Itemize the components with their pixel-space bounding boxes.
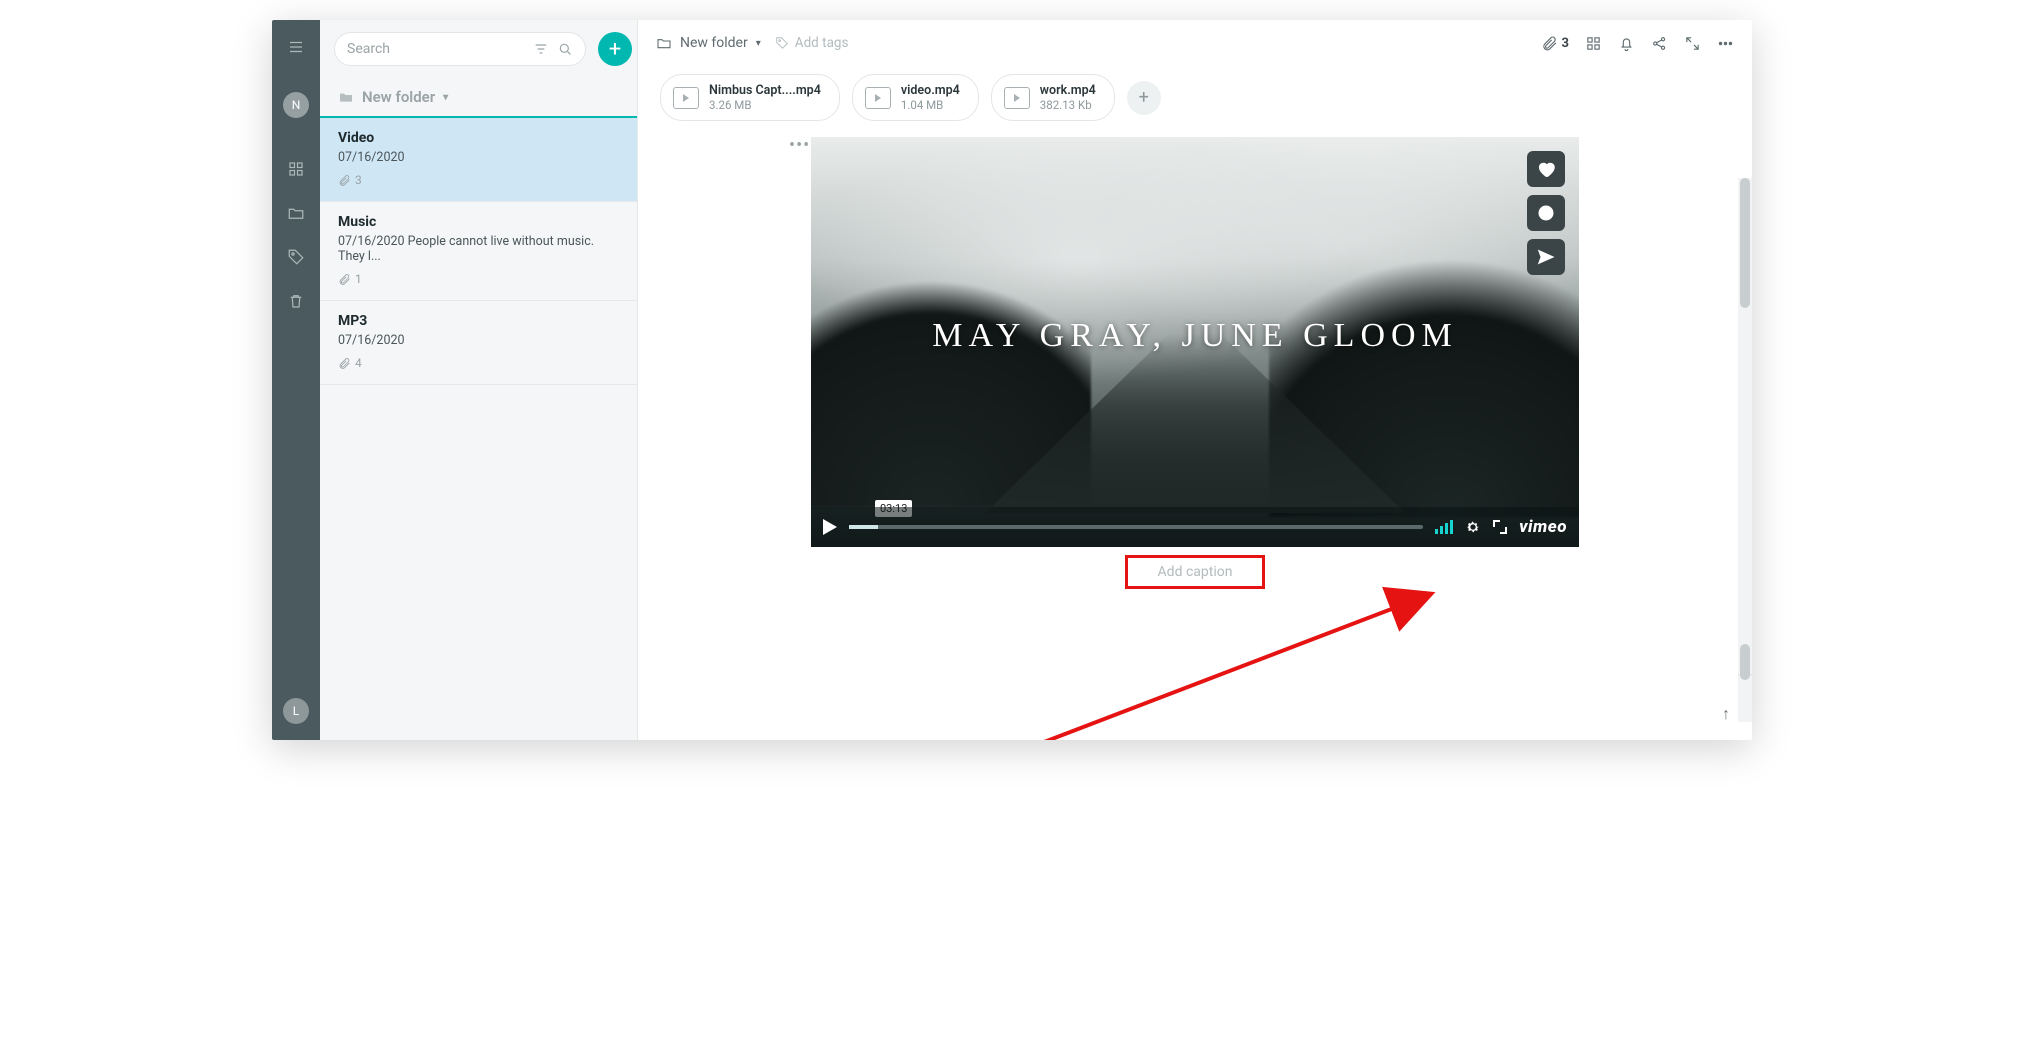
share-icon[interactable] xyxy=(1651,35,1668,52)
watch-later-button[interactable] xyxy=(1527,195,1565,231)
note-title: Video xyxy=(338,130,619,146)
paperclip-icon xyxy=(338,174,351,187)
note-title: Music xyxy=(338,214,619,230)
annotation-arrow xyxy=(938,575,1538,740)
note-date: 07/16/2020 xyxy=(338,150,619,165)
apps-icon[interactable] xyxy=(1585,35,1602,52)
volume-control[interactable] xyxy=(1435,520,1453,534)
note-title: MP3 xyxy=(338,313,619,329)
note-date: 07/16/2020 People cannot live without mu… xyxy=(338,234,619,264)
folder-title: New folder xyxy=(362,88,435,106)
new-note-button[interactable]: + xyxy=(598,32,632,66)
editor-topbar: New folder ▾ Add tags 3 xyxy=(638,20,1752,66)
video-player[interactable]: MAY GRAY, JUNE GLOOM 03:13 vimeo xyxy=(811,137,1579,547)
app-window: N L + New folder ▾ Video 07/16/2020 xyxy=(272,20,1752,740)
folder-open-icon xyxy=(338,89,354,105)
more-icon[interactable] xyxy=(1717,35,1734,52)
vimeo-logo[interactable]: vimeo xyxy=(1519,517,1567,537)
attachment-chips: Nimbus Capt....mp43.26 MB video.mp41.04 … xyxy=(638,66,1752,131)
chevron-down-icon: ▾ xyxy=(443,92,448,103)
folder-icon[interactable] xyxy=(287,204,305,222)
video-file-icon xyxy=(865,87,891,109)
breadcrumb[interactable]: New folder ▾ xyxy=(656,35,761,51)
scroll-to-top-button[interactable]: ↑ xyxy=(1722,704,1730,724)
tag-icon xyxy=(775,36,789,50)
video-file-icon xyxy=(1004,87,1030,109)
attachments-count[interactable]: 3 xyxy=(1541,35,1569,52)
nav-rail: N L xyxy=(272,20,320,740)
attachment-chip[interactable]: work.mp4382.13 Kb xyxy=(991,74,1115,121)
share-button[interactable] xyxy=(1527,239,1565,275)
note-attachments: 4 xyxy=(338,356,619,370)
search-icon[interactable] xyxy=(557,41,573,57)
workspace-avatar[interactable]: N xyxy=(283,92,309,118)
video-overlay-actions xyxy=(1527,151,1565,275)
search-field[interactable] xyxy=(347,41,525,57)
trash-icon[interactable] xyxy=(287,292,305,310)
expand-icon[interactable] xyxy=(1684,35,1701,52)
video-file-icon xyxy=(673,87,699,109)
attachment-chip[interactable]: video.mp41.04 MB xyxy=(852,74,979,121)
hamburger-icon[interactable] xyxy=(287,38,305,56)
note-attachments: 3 xyxy=(338,173,619,187)
tag-icon[interactable] xyxy=(287,248,305,266)
scrollbar[interactable] xyxy=(1738,178,1752,722)
paperclip-icon xyxy=(1541,35,1558,52)
add-caption-input[interactable]: Add caption xyxy=(1125,555,1265,589)
note-date: 07/16/2020 xyxy=(338,333,619,348)
bell-icon[interactable] xyxy=(1618,35,1635,52)
add-tags-button[interactable]: Add tags xyxy=(775,35,849,51)
note-attachments: 1 xyxy=(338,272,619,286)
note-item-video[interactable]: Video 07/16/2020 3 xyxy=(320,118,637,202)
block-menu-icon[interactable]: ••• xyxy=(789,135,810,156)
fullscreen-button[interactable] xyxy=(1493,520,1507,534)
paperclip-icon xyxy=(338,357,351,370)
settings-button[interactable] xyxy=(1465,519,1481,535)
editor-canvas[interactable]: ••• MAY GRAY, JUNE GLOOM 03:13 xyxy=(638,131,1752,740)
note-list: Video 07/16/2020 3 Music 07/16/2020 Peop… xyxy=(320,118,637,740)
paperclip-icon xyxy=(338,273,351,286)
video-block: ••• MAY GRAY, JUNE GLOOM 03:13 xyxy=(811,137,1579,589)
editor-panel: New folder ▾ Add tags 3 xyxy=(638,20,1752,740)
add-attachment-button[interactable]: + xyxy=(1127,81,1161,115)
video-title-overlay: MAY GRAY, JUNE GLOOM xyxy=(811,317,1579,355)
sidebar: + New folder ▾ Video 07/16/2020 3 Music … xyxy=(320,20,638,740)
filter-icon[interactable] xyxy=(533,41,549,57)
video-controls: vimeo xyxy=(811,507,1579,547)
like-button[interactable] xyxy=(1527,151,1565,187)
note-item-music[interactable]: Music 07/16/2020 People cannot live with… xyxy=(320,202,637,301)
seek-bar[interactable] xyxy=(849,525,1423,529)
grid-icon[interactable] xyxy=(287,160,305,178)
attachment-chip[interactable]: Nimbus Capt....mp43.26 MB xyxy=(660,74,840,121)
chevron-down-icon: ▾ xyxy=(756,38,761,49)
folder-header[interactable]: New folder ▾ xyxy=(320,76,637,118)
user-avatar[interactable]: L xyxy=(283,698,309,724)
folder-icon xyxy=(656,35,672,51)
search-input[interactable] xyxy=(334,32,586,66)
topbar-actions: 3 xyxy=(1541,35,1734,52)
play-button[interactable] xyxy=(823,519,837,535)
note-item-mp3[interactable]: MP3 07/16/2020 4 xyxy=(320,301,637,385)
